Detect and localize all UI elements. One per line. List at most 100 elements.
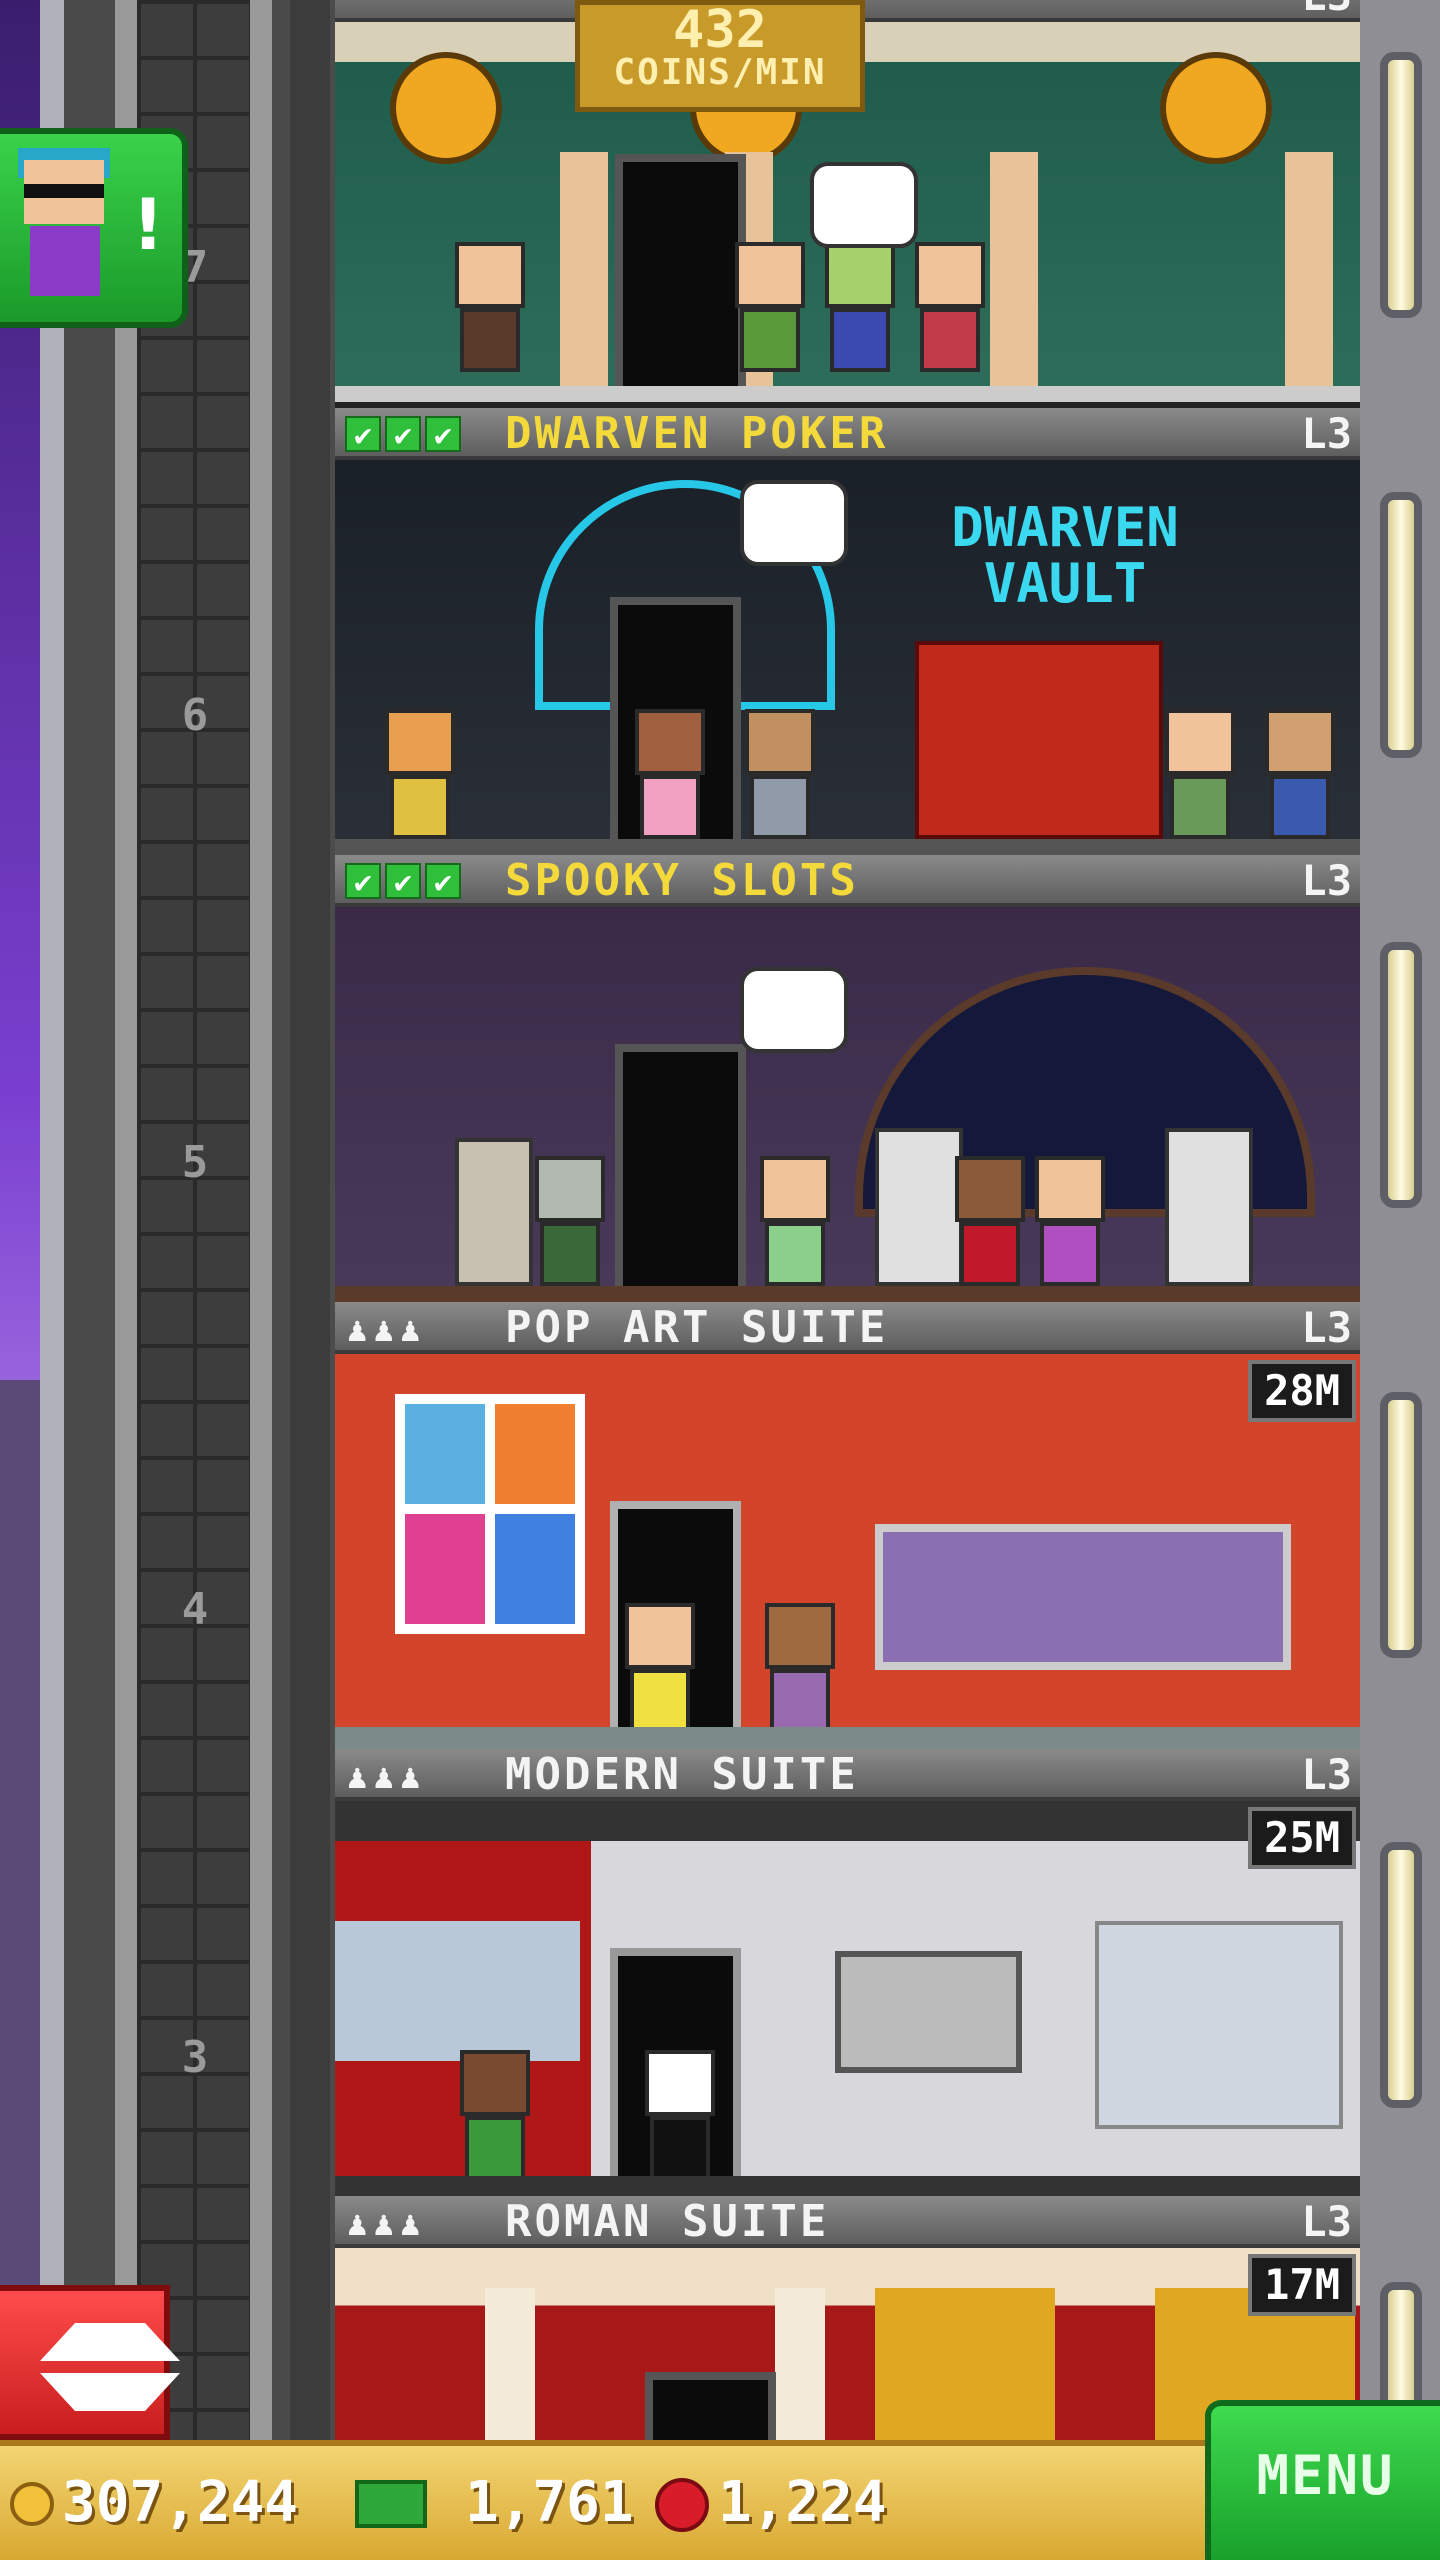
shaft-rail	[40, 0, 64, 2440]
floor-level: L3	[1301, 0, 1352, 22]
speech-bubble[interactable]	[740, 967, 848, 1053]
coins-per-min-sign: 432 COINS/MIN	[575, 0, 865, 112]
column	[1285, 152, 1333, 402]
check-icon: ✔	[425, 416, 461, 453]
npc-wizard[interactable]	[1265, 709, 1335, 839]
right-wall	[1360, 0, 1440, 2540]
floor-level: L3	[1301, 2197, 1352, 2246]
speech-bubble[interactable]	[810, 162, 918, 248]
floor-base	[335, 1286, 1360, 1302]
bux-count: 1,761	[465, 2470, 634, 2535]
coins-per-min-unit: COINS/MIN	[613, 52, 827, 93]
floor-scene	[335, 1354, 1360, 1749]
floor-base	[335, 2176, 1360, 2196]
resident-icons: ♟♟♟	[347, 1310, 427, 1350]
floor-base	[335, 1727, 1360, 1749]
visitor-shirt	[30, 226, 100, 296]
floor-number: 3	[181, 2032, 209, 2083]
floor-level: L3	[1301, 1303, 1352, 1352]
check-icon: ✔	[345, 416, 381, 453]
floor-label: ✔ ✔ ✔ SPOOKY SLOTS L3	[335, 855, 1360, 907]
floor-dwarven-poker[interactable]: ✔ ✔ ✔ DWARVEN POKER L3 DWARVEN VAULT	[335, 408, 1360, 855]
arrow-down-icon	[40, 2373, 180, 2411]
floor-pop-art-suite[interactable]: ♟♟♟ POP ART SUITE L3 28M	[335, 1302, 1360, 1749]
wall-lamp	[1388, 1850, 1414, 2100]
shelf	[1095, 1921, 1343, 2129]
speech-bubble[interactable]	[740, 480, 848, 566]
vault-sign: DWARVEN VAULT	[951, 496, 1179, 615]
floor-scene	[335, 907, 1360, 1302]
visitor-glasses	[24, 184, 104, 198]
background-building	[0, 1380, 40, 2440]
floor-roman-suite[interactable]: ♟♟♟ ROMAN SUITE L3 17M	[335, 2196, 1360, 2440]
npc-person[interactable]	[455, 242, 525, 372]
npc-person[interactable]	[1035, 1156, 1105, 1286]
slot-machine[interactable]	[455, 1138, 533, 1286]
floor-base	[335, 386, 1360, 402]
npc-person[interactable]	[915, 242, 985, 372]
check-icon: ✔	[425, 863, 461, 900]
floor-name: DWARVEN POKER	[505, 408, 889, 459]
npc-zombie[interactable]	[535, 1156, 605, 1286]
floor-door[interactable]	[615, 1044, 746, 1302]
floor-timer: 17M	[1248, 2254, 1356, 2316]
completion-checks: ✔ ✔ ✔	[345, 863, 465, 900]
floor-label: ♟♟♟ POP ART SUITE L3	[335, 1302, 1360, 1354]
visitor-notification[interactable]: !	[0, 128, 188, 328]
floor-door[interactable]	[615, 154, 746, 402]
npc-person[interactable]	[825, 242, 895, 372]
wall-lamp	[1388, 1400, 1414, 1650]
elevator-button[interactable]	[0, 2285, 180, 2440]
floor-level: L3	[1301, 1750, 1352, 1799]
wall-lamp	[1388, 950, 1414, 1200]
resident-icons: ♟♟♟	[347, 2204, 427, 2244]
npc-panda-costume[interactable]	[645, 2050, 715, 2180]
shaft-rail	[250, 0, 272, 2440]
bux-icon	[355, 2480, 427, 2528]
npc-person[interactable]	[625, 1603, 695, 1733]
coins-per-min-value: 432	[673, 0, 767, 60]
floor-number: 4	[181, 1584, 209, 1635]
floor-name: POP ART SUITE	[505, 1302, 889, 1353]
gem-icon	[655, 2478, 709, 2532]
coin-icon	[10, 2482, 54, 2526]
arrow-up-icon	[40, 2323, 180, 2361]
check-icon: ✔	[345, 863, 381, 900]
ceiling-trim	[335, 1801, 1360, 1841]
floor-scene	[335, 1801, 1360, 2196]
curtain	[875, 2288, 1055, 2440]
floor-base	[335, 839, 1360, 855]
npc-bellhop[interactable]	[955, 1156, 1025, 1286]
floor-label: ♟♟♟ MODERN SUITE L3	[335, 1749, 1360, 1801]
npc-person[interactable]	[760, 1156, 830, 1286]
npc-dwarf[interactable]	[385, 709, 455, 839]
npc-person[interactable]	[735, 242, 805, 372]
floor-timer: 25M	[1248, 1807, 1356, 1869]
coins-count: 307,244	[62, 2470, 299, 2535]
floor-modern-suite[interactable]: ♟♟♟ MODERN SUITE L3 25M	[335, 1749, 1360, 2196]
npc-person[interactable]	[745, 709, 815, 839]
floor-spooky-slots[interactable]: ✔ ✔ ✔ SPOOKY SLOTS L3	[335, 855, 1360, 1302]
floor-number: 6	[181, 690, 209, 741]
spade-ornament-icon	[1160, 52, 1272, 164]
completion-checks: ✔ ✔ ✔	[345, 416, 465, 453]
floor-scene: DWARVEN VAULT	[335, 460, 1360, 855]
slot-machine[interactable]	[875, 1128, 963, 1286]
npc-person[interactable]	[460, 2050, 530, 2180]
column	[485, 2288, 535, 2440]
dragon-decor	[915, 641, 1163, 839]
npc-person[interactable]	[1165, 709, 1235, 839]
wall-lamp	[1388, 500, 1414, 750]
shaft-rail	[290, 0, 330, 2440]
slot-machine[interactable]	[1165, 1128, 1253, 1286]
npc-person[interactable]	[635, 709, 705, 839]
floor-level: L3	[1301, 409, 1352, 458]
floor-door[interactable]	[645, 2372, 776, 2440]
gems-count: 1,224	[718, 2470, 887, 2535]
floor-number: 5	[181, 1137, 209, 1188]
spade-ornament-icon	[390, 52, 502, 164]
menu-button[interactable]: MENU	[1205, 2400, 1440, 2560]
npc-person[interactable]	[765, 1603, 835, 1733]
wall-lamp	[1388, 60, 1414, 310]
shaft-rail	[115, 0, 137, 2440]
